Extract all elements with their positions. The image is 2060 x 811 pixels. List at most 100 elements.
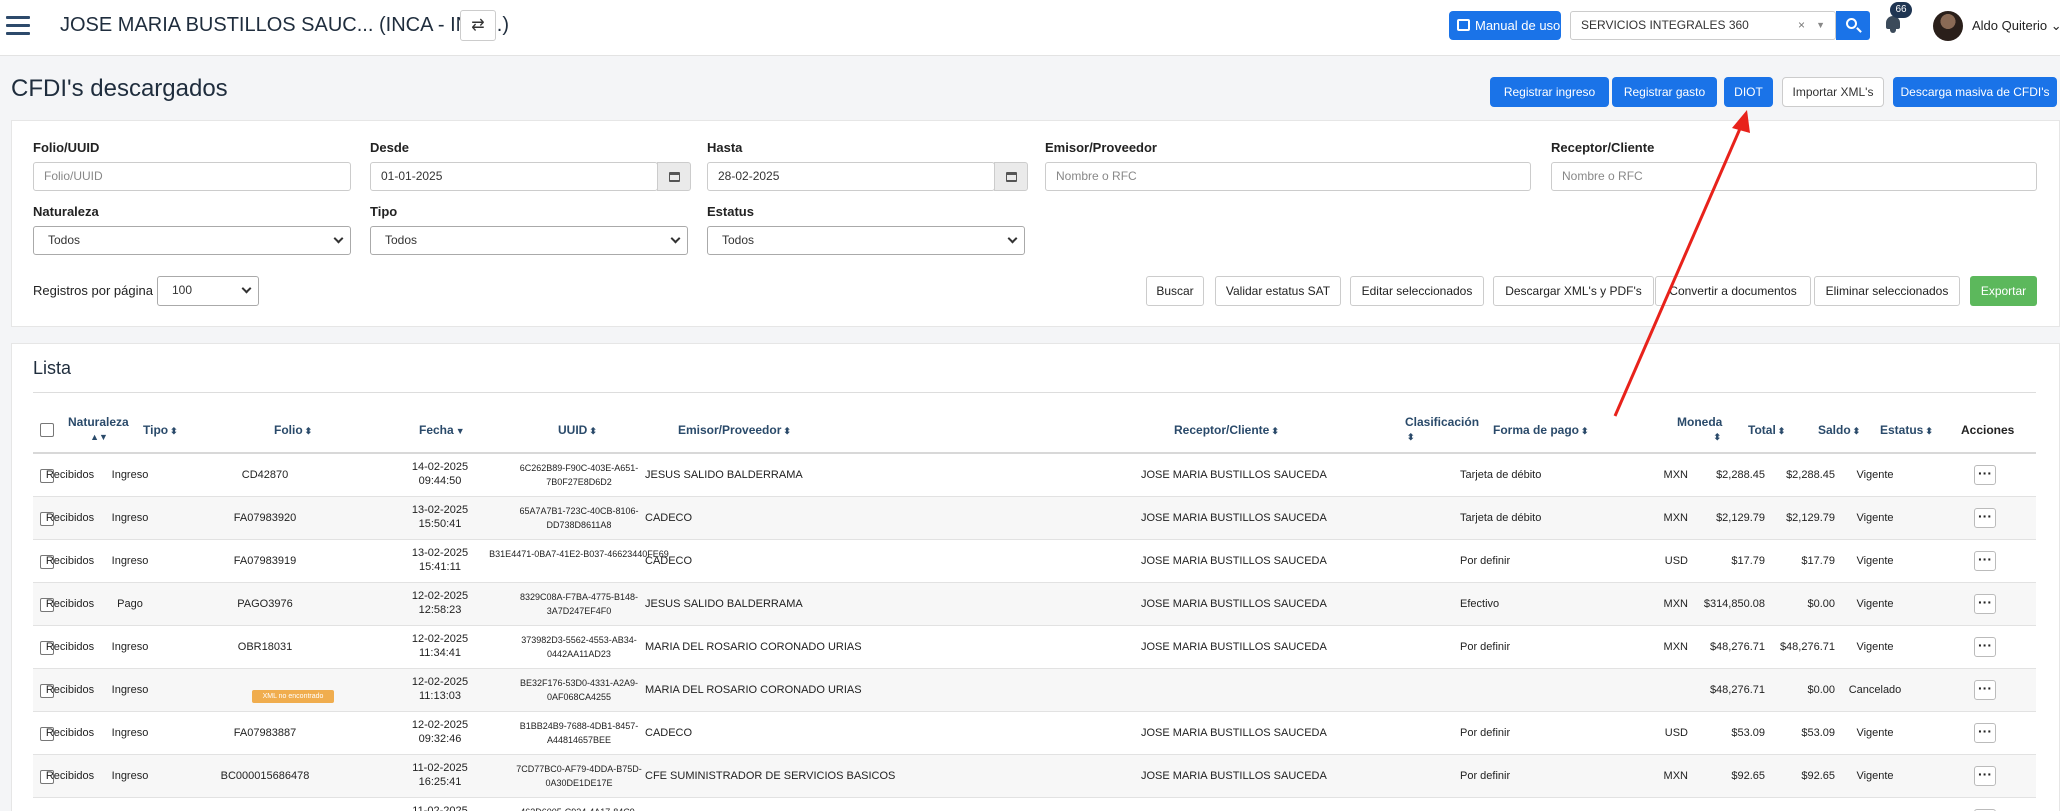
cell-uuid[interactable]: B1BB24B9-7688-4DB1-8457- A44814657BEE bbox=[485, 719, 673, 747]
hasta-input[interactable]: 28-02-2025 bbox=[707, 162, 995, 191]
clear-icon[interactable]: × bbox=[1798, 12, 1805, 39]
manual-button[interactable]: Manual de uso bbox=[1449, 11, 1561, 40]
cell-saldo: $0.00 bbox=[1807, 598, 1835, 610]
select-all-checkbox[interactable] bbox=[40, 423, 54, 437]
receptor-input[interactable]: Nombre o RFC bbox=[1551, 162, 2037, 191]
chevron-down-icon[interactable]: ▼ bbox=[1816, 12, 1825, 39]
exportar-button[interactable]: Exportar bbox=[1970, 276, 2037, 306]
uuid-line: 7B0F27E8D6D2 bbox=[546, 477, 612, 487]
col-folio[interactable]: Folio ⬍ bbox=[274, 423, 312, 437]
table-row[interactable]: Recibidos Ingreso BC000015686478 CFE SUMINI… bbox=[33, 755, 2036, 798]
cell-moneda: MXN bbox=[1663, 770, 1688, 782]
ellipsis-icon[interactable]: ··· bbox=[1974, 594, 1996, 614]
cell-fecha: 12-02-2025 11:34:41 bbox=[400, 632, 480, 660]
col-forma-pago[interactable]: Forma de pago ⬍ bbox=[1493, 423, 1589, 437]
importar-xmls-button[interactable]: Importar XML's bbox=[1782, 77, 1884, 107]
convertir-documentos-button[interactable]: Convertir a documentos bbox=[1655, 276, 1811, 306]
descargar-xmls-button[interactable]: Descargar XML's y PDF's bbox=[1493, 276, 1654, 306]
table-row[interactable]: Recibidos Ingreso FA07983887 CADECO JOSE MAR… bbox=[33, 712, 2036, 755]
cell-uuid[interactable]: 6C262B89-F90C-403E-A651- 7B0F27E8D6D2 bbox=[485, 461, 673, 489]
validar-estatus-button[interactable]: Validar estatus SAT bbox=[1215, 276, 1341, 306]
eliminar-seleccionados-button[interactable]: Eliminar seleccionados bbox=[1814, 276, 1960, 306]
ellipsis-icon[interactable]: ··· bbox=[1974, 551, 1996, 571]
cell-fecha: 11-02-2025 16:25:41 bbox=[400, 761, 480, 789]
calendar-icon[interactable] bbox=[994, 162, 1028, 191]
col-estatus[interactable]: Estatus ⬍ bbox=[1880, 423, 1933, 437]
company-select[interactable]: SERVICIOS INTEGRALES 360 × ▼ bbox=[1570, 11, 1836, 40]
naturaleza-select[interactable]: Todos bbox=[33, 226, 351, 255]
folio-input[interactable]: Folio/UUID bbox=[33, 162, 351, 191]
company-search-button[interactable] bbox=[1836, 11, 1870, 40]
desde-input[interactable]: 01-01-2025 bbox=[370, 162, 658, 191]
cell-saldo: $2,288.45 bbox=[1786, 469, 1835, 481]
swap-company-button[interactable]: ⇄ bbox=[460, 10, 496, 41]
cell-uuid[interactable]: 7CD77BC0-AF79-4DDA-B75D- 0A30DE1DE17E bbox=[485, 762, 673, 790]
col-naturaleza-label: Naturaleza bbox=[68, 415, 129, 429]
registros-select[interactable]: 100 bbox=[157, 276, 259, 306]
editar-seleccionados-button[interactable]: Editar seleccionados bbox=[1350, 276, 1484, 306]
registrar-ingreso-button[interactable]: Registrar ingreso bbox=[1490, 77, 1609, 107]
col-saldo[interactable]: Saldo ⬍ bbox=[1818, 423, 1860, 437]
uuid-line: 3A7D247EF4F0 bbox=[546, 606, 612, 616]
sort-icon: ⬍ bbox=[1407, 432, 1415, 442]
table-row[interactable]: Recibidos Ingreso OBR18031 MARIA DEL ROSARI… bbox=[33, 626, 2036, 669]
ellipsis-icon[interactable]: ··· bbox=[1974, 508, 1996, 528]
estatus-label: Estatus bbox=[707, 204, 754, 219]
cell-uuid[interactable]: B31E4471-0BA7-41E2-B037-46623440FE69 bbox=[485, 547, 673, 561]
user-menu[interactable]: Aldo Quiterio ⌄ bbox=[1972, 18, 2060, 34]
fecha-date: 13-02-2025 bbox=[411, 547, 469, 559]
diot-button[interactable]: DIOT bbox=[1724, 77, 1773, 107]
col-total[interactable]: Total ⬍ bbox=[1748, 423, 1785, 437]
estatus-select[interactable]: Todos bbox=[707, 226, 1025, 255]
book-icon bbox=[1457, 19, 1470, 31]
uuid-line: B1BB24B9-7688-4DB1-8457- bbox=[519, 721, 639, 731]
uuid-line: A44814657BEE bbox=[546, 735, 612, 745]
ellipsis-icon[interactable]: ··· bbox=[1974, 723, 1996, 743]
sort-icon: ⬍ bbox=[304, 426, 313, 436]
col-tipo[interactable]: Tipo ⬍ bbox=[143, 423, 178, 437]
table-row[interactable]: Recibidos Pago PAGO3976 JESUS SALIDO BALDER… bbox=[33, 583, 2036, 626]
ellipsis-icon[interactable]: ··· bbox=[1974, 766, 1996, 786]
search-icon bbox=[1846, 18, 1857, 29]
col-fecha[interactable]: Fecha ▼ bbox=[419, 423, 465, 437]
calendar-icon[interactable] bbox=[657, 162, 691, 191]
col-moneda[interactable]: Moneda ⬍ bbox=[1677, 415, 1722, 443]
col-naturaleza[interactable]: Naturaleza ▲▼ bbox=[68, 415, 129, 443]
table-row[interactable]: Recibidos Ingreso MARIA DEL ROSARIO CORONA… bbox=[33, 669, 2036, 712]
divider bbox=[33, 392, 2036, 393]
tipo-select[interactable]: Todos bbox=[370, 226, 688, 255]
col-receptor[interactable]: Receptor/Cliente ⬍ bbox=[1174, 423, 1279, 437]
cell-naturaleza: Recibidos bbox=[45, 684, 95, 696]
emisor-input[interactable]: Nombre o RFC bbox=[1045, 162, 1531, 191]
cell-uuid[interactable]: 8329C08A-F7BA-4775-B148- 3A7D247EF4F0 bbox=[485, 590, 673, 618]
cell-receptor: JOSE MARIA BUSTILLOS SAUCEDA bbox=[1141, 555, 1327, 567]
col-folio-label: Folio bbox=[274, 423, 303, 437]
cell-emisor: MARIA DEL ROSARIO CORONADO URIAS bbox=[645, 684, 862, 696]
top-bar: JOSE MARIA BUSTILLOS SAUC... (INCA - ING… bbox=[0, 0, 2060, 56]
col-emisor[interactable]: Emisor/Proveedor ⬍ bbox=[678, 423, 791, 437]
cell-uuid[interactable]: BE32F176-53D0-4331-A2A9- 0AF068CA4255 bbox=[485, 676, 673, 704]
ellipsis-icon[interactable]: ··· bbox=[1974, 465, 1996, 485]
descarga-masiva-button[interactable]: Descarga masiva de CFDI's bbox=[1893, 77, 2057, 107]
ellipsis-icon[interactable]: ··· bbox=[1974, 637, 1996, 657]
avatar[interactable] bbox=[1933, 11, 1963, 41]
swap-icon: ⇄ bbox=[471, 17, 485, 34]
cell-moneda: MXN bbox=[1663, 598, 1688, 610]
col-uuid[interactable]: UUID ⬍ bbox=[558, 423, 597, 437]
cell-moneda: MXN bbox=[1663, 641, 1688, 653]
cell-estatus: Vigente bbox=[1856, 727, 1894, 739]
table-row[interactable]: Recibidos Ingreso FA07983919 CADECO JOSE MAR… bbox=[33, 540, 2036, 583]
cell-uuid[interactable]: 65A7A7B1-723C-40CB-8106- DD738D8611A8 bbox=[485, 504, 673, 532]
cell-uuid[interactable]: 463D6005-C924-4A17-84C9- bbox=[485, 805, 673, 811]
cell-uuid[interactable]: 373982D3-5562-4553-AB34- 0442AA11AD23 bbox=[485, 633, 673, 661]
hamburger-icon[interactable] bbox=[6, 16, 30, 36]
fecha-time: 09:32:46 bbox=[418, 733, 462, 745]
table-row[interactable]: Recibidos Ingreso CD42870 JESUS SALIDO BALD… bbox=[33, 454, 2036, 497]
uuid-line: 8329C08A-F7BA-4775-B148- bbox=[519, 592, 639, 602]
table-row[interactable]: Recibidos Ingreso FA07983920 CADECO JOSE MAR… bbox=[33, 497, 2036, 540]
col-clasificacion[interactable]: Clasificación ⬍ bbox=[1405, 415, 1479, 443]
buscar-button[interactable]: Buscar bbox=[1146, 276, 1204, 306]
registrar-gasto-button[interactable]: Registrar gasto bbox=[1612, 77, 1717, 107]
ellipsis-icon[interactable]: ··· bbox=[1974, 680, 1996, 700]
table-row[interactable]: 11-02-2025463D6005-C924-4A17-84C9-··· bbox=[33, 798, 2036, 811]
